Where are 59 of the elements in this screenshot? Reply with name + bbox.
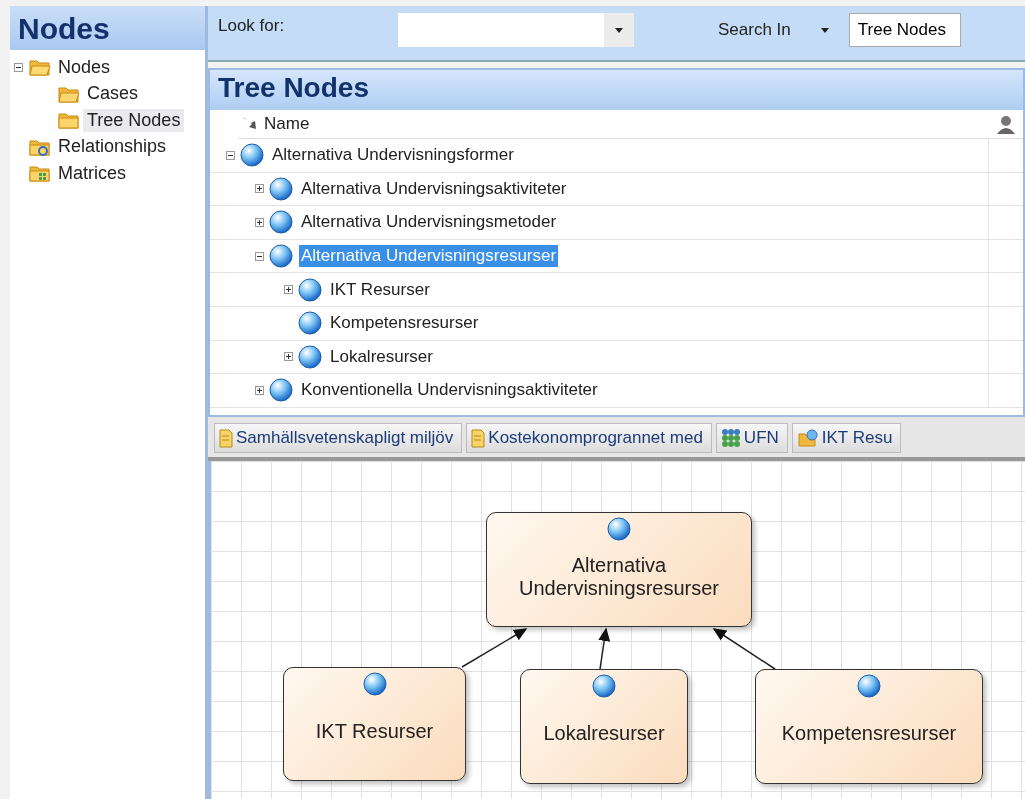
expand-toggle[interactable] <box>225 150 235 160</box>
folder-icon <box>58 110 80 131</box>
tab[interactable]: IKT Resu <box>791 423 902 453</box>
node-icon <box>857 674 881 698</box>
node-icon <box>607 517 631 541</box>
column-title: Name <box>264 114 311 134</box>
diagram-node[interactable]: Alternativa Undervisningsresurser <box>486 512 752 627</box>
diagram-node[interactable]: IKT Resurser <box>283 667 466 781</box>
node-icon <box>269 210 293 235</box>
collapse-toggle[interactable] <box>14 62 26 72</box>
tab[interactable]: UFN <box>715 423 788 453</box>
node-icon <box>592 674 616 698</box>
node-icon <box>269 378 293 403</box>
tree-item[interactable]: Relationships <box>54 135 171 159</box>
folder-grid-icon <box>29 163 51 184</box>
expand-toggle[interactable] <box>254 184 264 194</box>
folder-icon <box>29 57 51 78</box>
connector-arrow[interactable] <box>598 627 611 670</box>
node-icon <box>298 311 322 336</box>
tree-item[interactable]: Nodes <box>54 55 115 79</box>
document-icon <box>219 428 233 448</box>
field-label: Look for: <box>218 16 286 36</box>
panel-title: Tree Nodes <box>218 72 369 103</box>
expand-toggle[interactable] <box>254 385 264 395</box>
tree-row[interactable]: Alternativa Undervisningsformer <box>270 144 516 167</box>
tree-item[interactable]: Matrices <box>54 161 130 185</box>
tree-item[interactable]: Cases <box>83 82 143 106</box>
tree-row[interactable]: Kompetensresurser <box>328 312 481 335</box>
caret-icon[interactable] <box>615 27 623 33</box>
expand-toggle[interactable] <box>254 251 264 261</box>
tree-row[interactable]: Lokalresurser <box>328 345 435 368</box>
dropdown-label[interactable]: Search In <box>718 20 791 40</box>
panel-title: Nodes <box>18 12 110 45</box>
column-header[interactable]: Name <box>238 110 1023 139</box>
node-icon <box>362 672 387 696</box>
tree-row[interactable]: Alternativa Undervisningsmetoder <box>299 211 559 234</box>
node-icon <box>298 344 322 369</box>
node-icon <box>298 277 322 302</box>
tree-row[interactable]: IKT Resurser <box>328 278 432 301</box>
tree-item[interactable]: Tree Nodes <box>83 108 185 132</box>
grid-icon <box>720 428 741 448</box>
node-icon <box>269 244 293 269</box>
node-icon <box>240 143 264 168</box>
tree-row[interactable]: Konventionella Undervisningsaktiviteter <box>299 379 600 402</box>
connector-arrow[interactable] <box>712 628 776 670</box>
scope-field[interactable]: Tree Nodes <box>848 13 961 47</box>
node-icon <box>269 176 293 201</box>
caret-icon[interactable] <box>820 27 829 33</box>
diagram-node[interactable]: Lokalresurser <box>520 669 688 784</box>
expand-toggle[interactable] <box>283 285 293 295</box>
expand-toggle[interactable] <box>283 352 293 362</box>
diagram-node[interactable]: Kompetensresurser <box>755 669 983 784</box>
tree-row[interactable]: Alternativa Undervisningsaktiviteter <box>299 177 569 200</box>
connector-arrow[interactable] <box>461 628 528 668</box>
expand-toggle[interactable] <box>254 218 264 227</box>
relationship-icon <box>796 428 819 448</box>
tab[interactable]: Samhällsvetenskapligt miljöv <box>214 423 463 453</box>
document-icon <box>471 428 486 448</box>
tab[interactable]: Kostekonomprogrannet med <box>466 423 712 453</box>
